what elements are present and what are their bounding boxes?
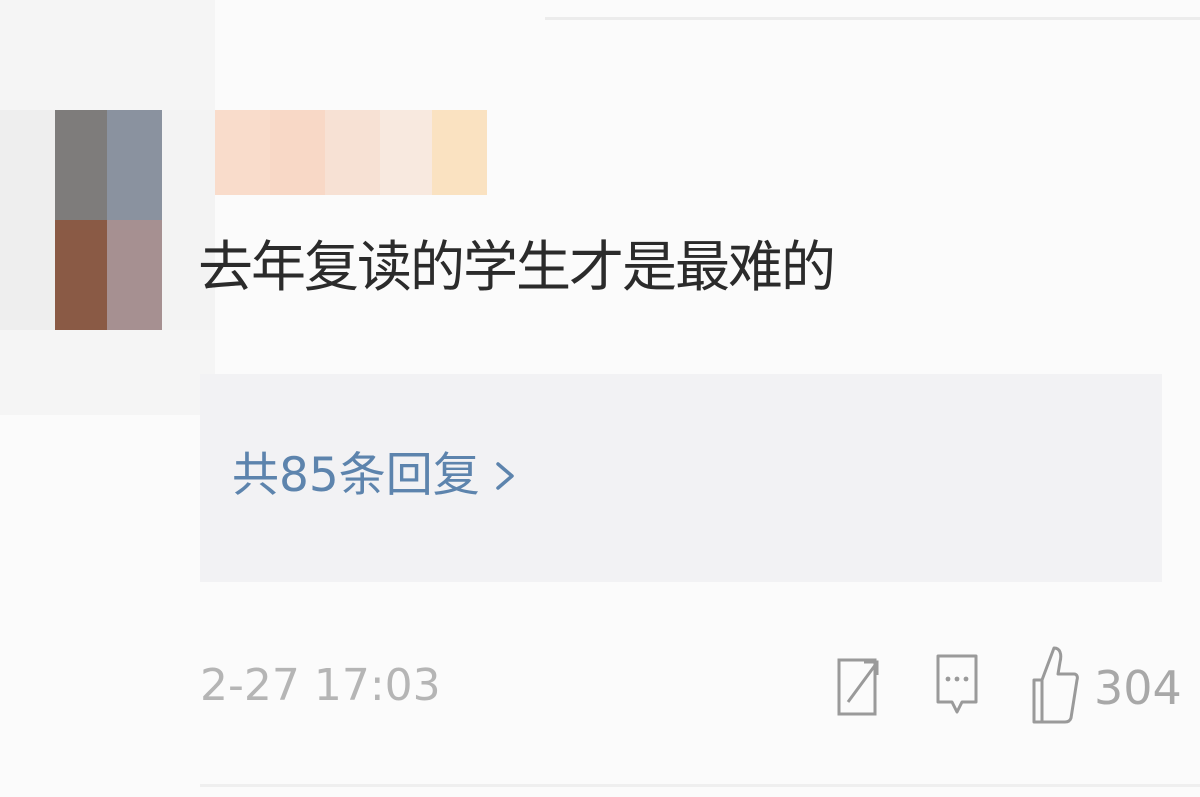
comment-icon[interactable]: [935, 648, 979, 724]
top-divider: [545, 17, 1200, 20]
bottom-divider: [200, 784, 1200, 787]
thumbs-up-icon[interactable]: [1030, 640, 1080, 726]
username[interactable]: [215, 110, 487, 205]
comment-text: 去年复读的学生才是最难的: [198, 235, 836, 299]
replies-count-label: 共85条回复: [232, 448, 480, 503]
view-replies-link[interactable]: 共85条回复: [232, 446, 516, 506]
timestamp: 2-27 17:03: [200, 660, 441, 711]
like-count: 304: [1094, 661, 1182, 715]
replies-box: 共85条回复: [200, 374, 1162, 582]
repost-icon[interactable]: [836, 652, 880, 720]
avatar[interactable]: [0, 0, 215, 415]
chevron-right-icon: [496, 462, 514, 490]
